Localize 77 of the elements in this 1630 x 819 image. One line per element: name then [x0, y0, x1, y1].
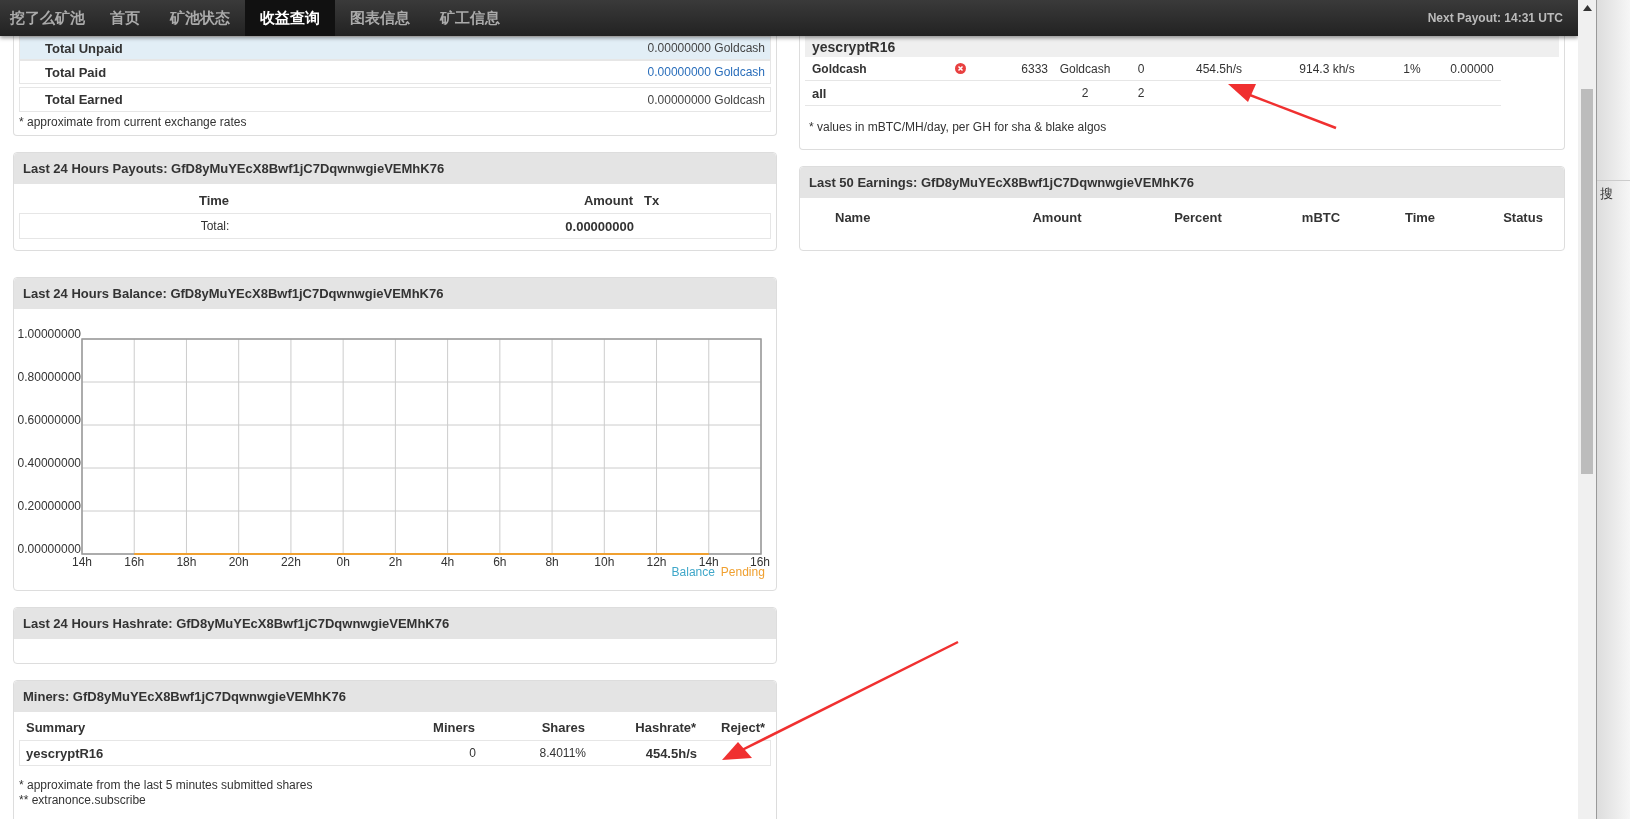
total-label: Total Paid [44, 64, 107, 80]
column-header: mBTC [1300, 209, 1342, 225]
column-header: Percent [1173, 209, 1223, 225]
scrollbar[interactable] [1578, 0, 1596, 819]
footnote: * approximate from current exchange rates [19, 115, 248, 130]
total-amount: 0.00000000 Goldcash [647, 92, 766, 107]
axis-label: 12h [646, 555, 667, 569]
algo-name: yescryptR16 [811, 38, 896, 55]
axis-label: 16h [124, 555, 145, 569]
axis-label: 6h [493, 555, 507, 569]
table-cell-text: 0.00000 [1449, 61, 1495, 76]
table-cell-text: 454.5h/s [1194, 61, 1243, 76]
card-title: Last 24 Hours Hashrate: GfD8yMuYEcX8Bwf1jC7DqwnwgieVEMhK76 [14, 608, 776, 639]
axis-label: 4h [440, 555, 455, 569]
amount-link[interactable]: 0.00000000 Goldcash [647, 65, 770, 79]
column-header: Hashrate* [634, 719, 696, 735]
column-header: Amount [582, 192, 633, 208]
table-cell-text: 2 [1080, 86, 1090, 100]
nav-tab[interactable]: 矿池状态 [155, 0, 245, 36]
axis-label: 18h [176, 555, 197, 569]
table-cell-text: 0 [468, 746, 476, 760]
axis-label: 1.00000000 [17, 327, 81, 341]
site-logo[interactable]: 挖了么矿池 [0, 8, 95, 28]
card-title: Miners: GfD8yMuYEcX8Bwf1jC7DqwnwgieVEMhK76 [14, 681, 776, 712]
axis-label: 2h [388, 555, 403, 569]
card-title: Last 24 Hours Payouts: GfD8yMuYEcX8Bwf1jC7DqwnwgieVEMhK76 [14, 153, 776, 184]
axis-label: 14h [72, 555, 92, 569]
side-text: 搜 [1597, 180, 1630, 203]
total-label: Total Unpaid [44, 40, 123, 56]
footnote: * values in mBTC/MH/day, per GH for sha & blake algos [809, 120, 1108, 135]
card-title: Last 24 Hours Balance: GfD8yMuYEcX8Bwf1jC7DqwnwgieVEMhK76 [14, 278, 776, 309]
total-amount: 0.00000000 Goldcash [647, 41, 766, 55]
column-header: Tx [643, 192, 661, 208]
axis-label: 22h [280, 555, 301, 569]
axis-label: 20h [228, 555, 249, 569]
table-cell-text: 1% [1402, 61, 1422, 76]
scroll-thumb[interactable] [1581, 89, 1593, 474]
table-cell-text: 2 [1136, 86, 1146, 100]
table-cell-text: yescryptR16 [25, 745, 105, 761]
column-header: Time [1403, 209, 1437, 225]
column-header: Summary [25, 719, 87, 735]
table-cell-text: 8.4011% [538, 746, 586, 760]
total-label: Total: [199, 219, 231, 233]
nav-tab[interactable]: 首页 [95, 0, 155, 36]
nav-tab[interactable]: 矿工信息 [425, 0, 515, 36]
table-cell-text: 454.5h/s [644, 745, 697, 761]
column-header: Status [1502, 209, 1544, 225]
footnote: ** extranonce.subscribe [19, 793, 147, 808]
column-header: Name [834, 209, 872, 225]
axis-label: 0.60000000 [17, 413, 81, 427]
nav-tab[interactable]: 图表信息 [335, 0, 425, 36]
axis-label: 0.40000000 [17, 456, 81, 470]
total-label: Total Earned [44, 92, 123, 107]
table-cell-text: 6333 [1020, 61, 1049, 76]
axis-label: 0.00000000 [17, 542, 81, 556]
column-header: Miners [432, 719, 475, 735]
nav-tab[interactable]: 收益查询 [245, 0, 335, 36]
total-amount: 0.00000000 [564, 218, 634, 234]
card-title: Last 50 Earnings: GfD8yMuYEcX8Bwf1jC7DqwnwgieVEMhK76 [800, 167, 1564, 198]
table-cell-text: Goldcash [1058, 61, 1112, 76]
table-cell-text: Goldcash [811, 61, 868, 76]
axis-label: 0.80000000 [17, 370, 81, 384]
table-cell-text: 914.3 kh/s [1298, 61, 1356, 76]
column-header: Reject* [720, 719, 767, 735]
axis-label: 0h [336, 555, 350, 569]
table-cell-text: all [811, 85, 828, 101]
footnote: * approximate from the last 5 minutes submitted shares [19, 778, 314, 793]
axis-label: 8h [545, 555, 559, 569]
column-header: Amount [1031, 209, 1083, 225]
axis-label: 10h [594, 555, 615, 569]
column-header: Time [197, 192, 231, 208]
table-cell-text: 0 [1136, 61, 1146, 76]
column-header: Shares [540, 719, 585, 735]
axis-label: 0.20000000 [17, 499, 81, 513]
next-payout: Next Payout: 14:31 UTC [1427, 11, 1563, 25]
error-icon [954, 63, 966, 74]
scroll-up-icon[interactable] [1582, 5, 1592, 11]
